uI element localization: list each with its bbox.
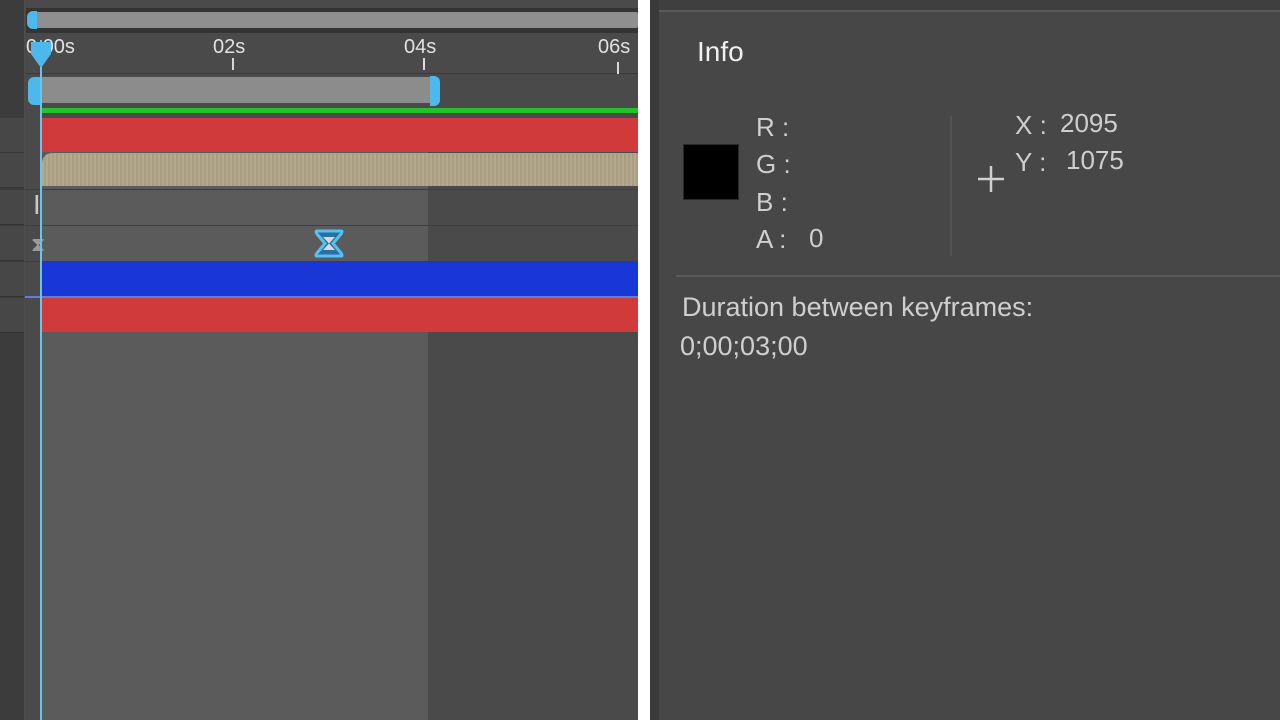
layer-switch-row[interactable] [0,118,24,153]
layer-switch-row[interactable] [0,153,24,188]
x-coordinate-label: X : [1015,110,1047,140]
ruler-tick-label: 02s [213,36,246,58]
layer-bar-red[interactable] [42,298,638,332]
ruler-tick-label: 04s [404,36,437,58]
ruler-tick-mark [423,58,425,70]
timeline-panel[interactable]: 0:00s 02s 04s 06s I ⧗ [0,0,638,720]
x-coordinate-value: 2095 [1060,108,1118,138]
keyframe-icon[interactable]: ⧗ [31,232,45,256]
alpha-channel-label: A : [756,224,787,254]
green-channel-label: G : [756,149,791,179]
layer-switches-column [0,0,24,720]
y-coordinate-label: Y : [1015,147,1047,177]
y-coordinate-value: 1075 [1066,145,1124,175]
red-channel-label: R : [756,112,790,142]
layer-bar-red[interactable] [42,118,638,152]
info-section-divider [676,275,1280,277]
property-switch-row[interactable] [0,226,24,261]
time-navigator-range[interactable] [34,12,638,28]
ruler-tick-mark [232,58,234,70]
blue-channel-label: B : [756,187,788,217]
selected-keyframe-icon[interactable] [313,228,345,259]
work-area-range[interactable] [36,77,434,103]
alpha-channel-value: 0 [809,223,824,253]
layer-bar-footage[interactable] [42,153,638,186]
color-swatch [683,144,739,200]
info-column-divider [950,116,952,256]
time-navigator-start-handle[interactable] [27,11,37,29]
info-panel: Info R : G : B : A : 0 X : 2095 Y : 1075… [650,0,1280,720]
row-divider [25,225,638,226]
panel-divider [638,0,650,720]
render-cache-indicator [40,108,638,113]
keyframe-duration-label: Duration between keyframes: [682,292,1034,322]
layer-switch-row[interactable] [0,262,24,297]
row-divider [25,189,638,190]
work-area-start-handle[interactable] [28,77,40,105]
time-ruler[interactable] [25,33,638,74]
layer-bar-blue[interactable] [42,262,638,296]
property-switch-row[interactable] [0,190,24,225]
keyframe-duration-value: 0;00;03;00 [680,331,808,361]
panel-edge [650,0,659,720]
panel-header-strip [650,0,1280,12]
current-time-indicator-head[interactable] [30,40,52,72]
work-area-range-shade [40,118,428,720]
panel-title: Info [697,36,744,67]
ruler-tick-label: 06s [598,36,631,58]
current-time-indicator-line[interactable] [40,40,42,720]
crosshair-icon [978,166,1004,192]
layer-switch-row[interactable] [0,298,24,333]
work-area-end-handle[interactable] [430,76,440,106]
